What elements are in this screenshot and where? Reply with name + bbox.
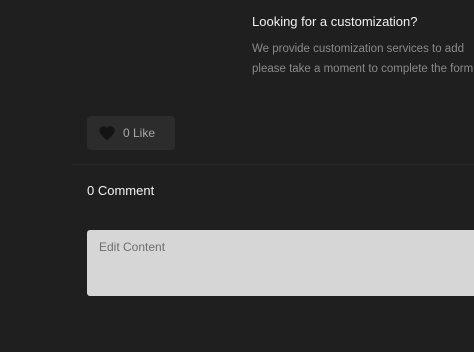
- customization-section: Looking for a customization? We provide …: [252, 13, 474, 79]
- heart-icon: [99, 126, 115, 141]
- like-count-label: 0 Like: [123, 126, 156, 140]
- customization-description: We provide customization services to add…: [252, 39, 474, 79]
- page: Looking for a customization? We provide …: [0, 0, 474, 352]
- like-button[interactable]: 0 Like: [87, 116, 175, 150]
- divider: [72, 164, 474, 165]
- customization-description-line-2: please take a moment to complete the for…: [252, 63, 474, 75]
- customization-description-line-1: We provide customization services to add: [252, 43, 464, 55]
- comment-count-heading: 0 Comment: [87, 183, 155, 198]
- comment-editor[interactable]: [87, 230, 474, 296]
- customization-title: Looking for a customization?: [252, 14, 418, 29]
